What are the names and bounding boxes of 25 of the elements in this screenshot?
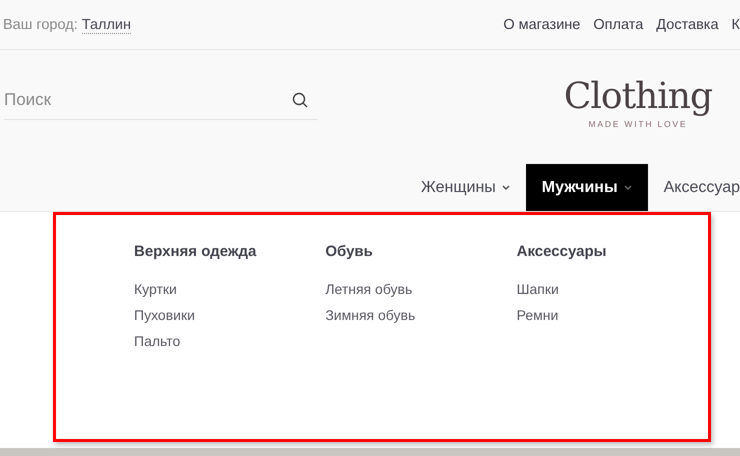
nav-tab[interactable]: Женщины [405,164,526,211]
menu-link[interactable]: Летняя обувь [325,276,517,302]
caret-icon [624,184,632,190]
menu-link[interactable]: Пуховики [134,302,326,328]
menu-link[interactable]: Зимняя обувь [325,302,517,328]
city-label: Ваш город: [3,16,78,32]
nav-tab[interactable]: Мужчины [526,164,648,211]
top-link[interactable]: К [732,16,740,32]
logo-tagline: MADE WITH LOVE [588,119,688,129]
top-link[interactable]: Оплата [593,16,644,32]
menu-link[interactable]: Пальто [134,328,326,354]
caret-icon [502,184,510,190]
logo-title: Clothing [564,79,712,115]
search-field[interactable]: Поиск [4,80,318,120]
nav-tab[interactable]: Аксессуар [648,164,740,211]
top-link[interactable]: О магазине [503,16,580,32]
column-title: Аксессуары [516,243,608,260]
search-icon[interactable] [292,92,308,108]
column-title: Верхняя одежда [134,243,258,260]
city-link[interactable]: Таллин [82,16,132,34]
menu-link[interactable]: Шапки [516,276,708,302]
menu-link[interactable]: Ремни [516,302,708,328]
menu-link[interactable]: Куртки [134,276,326,302]
column-title: Обувь [325,243,374,260]
top-link[interactable]: Доставка [656,16,719,32]
